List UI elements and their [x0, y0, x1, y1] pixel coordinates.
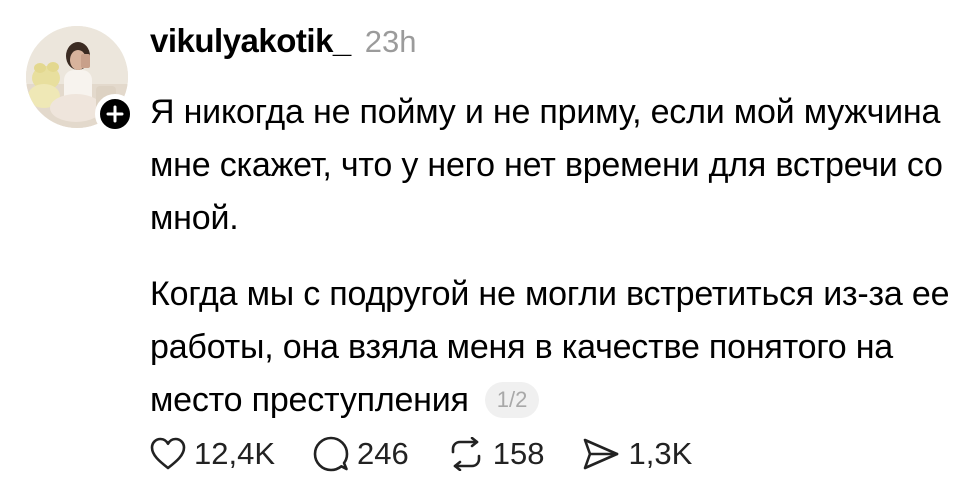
like-button[interactable]: 12,4K	[150, 436, 275, 472]
repost-button[interactable]: 158	[447, 436, 545, 472]
send-icon	[584, 438, 619, 470]
follow-button[interactable]	[95, 94, 135, 134]
share-count: 1,3K	[628, 436, 693, 471]
page-indicator-badge: 1/2	[484, 382, 540, 418]
repost-count: 158	[492, 436, 545, 471]
action-bar: 12,4K 246 158 1,3K	[150, 432, 692, 476]
avatar-container	[26, 26, 135, 134]
thread-post: vikulyakotik_ 23h Я никогда не пойму и н…	[0, 0, 960, 499]
post-header: vikulyakotik_ 23h	[150, 22, 417, 66]
username[interactable]: vikulyakotik_	[150, 22, 351, 60]
post-paragraph-2: Когда мы с подругой не могли встретиться…	[150, 268, 950, 427]
speech-bubble-icon	[313, 436, 349, 472]
like-count: 12,4K	[194, 436, 276, 471]
reply-button[interactable]: 246	[313, 436, 409, 472]
post-paragraph-2-text: Когда мы с подругой не могли встретиться…	[150, 275, 950, 419]
reply-count: 246	[357, 436, 409, 471]
share-button[interactable]: 1,3K	[582, 436, 692, 472]
post-paragraph-1: Я никогда не пойму и не приму, если мой …	[150, 93, 943, 237]
post-body: Я никогда не пойму и не приму, если мой …	[150, 86, 950, 427]
plus-icon	[106, 105, 124, 123]
heart-icon	[150, 437, 186, 470]
timestamp[interactable]: 23h	[365, 24, 417, 60]
repost-icon	[451, 437, 481, 471]
